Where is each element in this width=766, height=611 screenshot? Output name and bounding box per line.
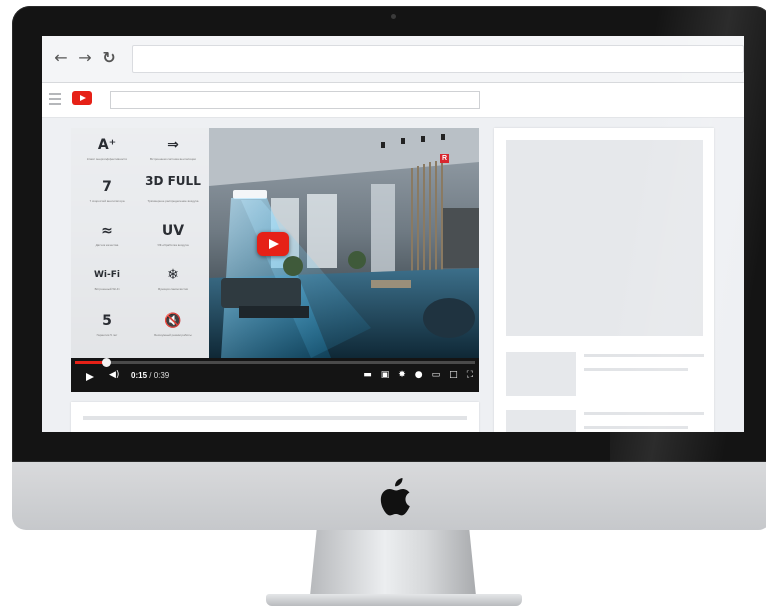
feature-item: Wi-Fi Встроенный Wi-Fi	[73, 266, 141, 291]
suggested-video[interactable]	[506, 352, 704, 396]
browser-toolbar: ← → ↻	[42, 36, 744, 83]
back-icon[interactable]: ←	[52, 48, 70, 68]
webcam	[391, 14, 396, 19]
ad-placeholder[interactable]	[506, 140, 703, 336]
uv-icon: UV	[161, 223, 185, 239]
fan-speed-icon: 7	[102, 179, 112, 195]
screen: ← → ↻ A⁺ Класс энергоэффективности ⇒ Вст…	[42, 36, 744, 432]
feature-panel: A⁺ Класс энергоэффективности ⇒ Встроенна…	[71, 128, 209, 358]
warranty-shield-icon: 5	[102, 313, 112, 329]
placeholder-line	[584, 354, 704, 357]
volume-icon[interactable]: ◀)	[109, 370, 119, 380]
theater-icon[interactable]: □	[449, 368, 458, 382]
hamburger-icon[interactable]	[49, 93, 61, 105]
monitor-stand	[310, 530, 476, 596]
feature-item: ❄ Функция самоочистки	[139, 266, 207, 291]
brand-badge: R	[435, 154, 455, 168]
placeholder-line	[584, 412, 704, 415]
monitor-foot	[266, 594, 522, 606]
cc-icon[interactable]: ▣	[381, 368, 390, 382]
play-icon[interactable]	[86, 373, 94, 381]
placeholder-line	[83, 416, 467, 420]
control-icons: ▬ ▣ ✸ ● ▭ □ ⛶	[363, 368, 473, 382]
info-icon[interactable]: ●	[415, 368, 423, 382]
suggested-video[interactable]	[506, 410, 704, 432]
feature-item: 7 7 скоростей вентилятора	[73, 178, 141, 203]
air-quality-sensor-icon: ≈	[101, 223, 113, 239]
feature-item: UV УФ-обработка воздуха	[139, 222, 207, 247]
feature-item: 3D FULL Трёхмерное распределение воздуха	[139, 174, 207, 203]
video-info-card	[71, 402, 479, 432]
video-player[interactable]: A⁺ Класс энергоэффективности ⇒ Встроенна…	[71, 128, 479, 392]
fullscreen-icon[interactable]: ⛶	[467, 368, 473, 382]
ventilation-icon: ⇒	[167, 137, 179, 153]
duration: 0:39	[153, 371, 170, 380]
mute-icon: 🔇	[164, 313, 182, 329]
progress-scrubber[interactable]	[101, 358, 111, 367]
energy-class-icon: A⁺	[97, 137, 117, 153]
placeholder-line	[584, 426, 688, 429]
apple-logo-icon	[380, 478, 410, 516]
current-time: 0:15	[131, 371, 148, 380]
video-thumbnail[interactable]	[506, 410, 576, 432]
video-thumbnail[interactable]	[506, 352, 576, 396]
play-button[interactable]	[257, 232, 289, 256]
wifi-icon: Wi-Fi	[94, 270, 120, 280]
youtube-logo-icon[interactable]	[72, 91, 92, 105]
3d-airflow-icon: 3D FULL	[145, 174, 201, 188]
forward-icon[interactable]: →	[76, 48, 94, 68]
time-separator: /	[147, 371, 154, 380]
brand-logo-icon: R	[440, 154, 449, 163]
feature-item: ≈ Датчик качества	[73, 222, 141, 247]
search-input[interactable]	[110, 91, 480, 109]
settings-icon[interactable]: ✸	[398, 368, 406, 382]
feature-item: 5 Гарантия 5 лет	[73, 312, 141, 337]
time-display: 0:15 / 0:39	[131, 371, 169, 380]
feature-item: ⇒ Встроенная система вентиляции	[139, 136, 207, 161]
youtube-header	[42, 83, 744, 118]
self-clean-icon: ❄	[167, 267, 179, 283]
feature-item: A⁺ Класс энергоэффективности	[73, 136, 141, 161]
feature-item: 🔇 Бесшумный режим работы	[139, 312, 207, 337]
placeholder-line	[584, 368, 688, 371]
player-controls: ◀) 0:15 / 0:39 ▬ ▣ ✸ ● ▭ □ ⛶	[71, 358, 479, 392]
sidebar	[494, 128, 714, 432]
miniplayer-icon[interactable]: ▭	[432, 368, 441, 382]
progress-bar[interactable]	[75, 358, 475, 367]
reload-icon[interactable]: ↻	[100, 48, 118, 68]
address-bar[interactable]	[132, 45, 744, 73]
subtitles-icon[interactable]: ▬	[363, 368, 372, 382]
